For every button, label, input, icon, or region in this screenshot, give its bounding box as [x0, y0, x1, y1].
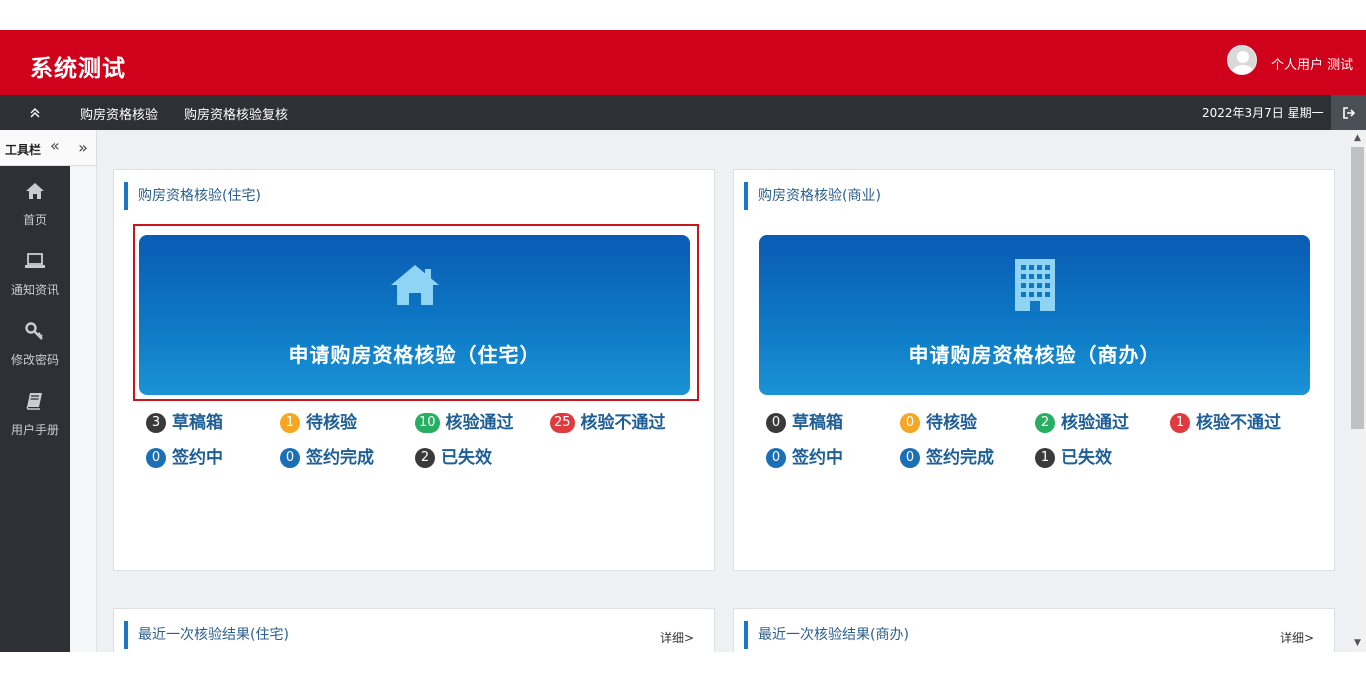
logout-button[interactable]	[1331, 95, 1366, 130]
apply-residential-button[interactable]: 申请购房资格核验（住宅）	[139, 235, 690, 395]
scroll-up-icon[interactable]: ▲	[1349, 130, 1366, 147]
scroll-down-icon[interactable]: ▼	[1349, 635, 1366, 652]
sidebar-item-label: 首页	[22, 213, 47, 227]
toolbar-header: 工具栏 «	[0, 130, 70, 166]
user-name[interactable]: 个人用户 测试	[1271, 54, 1353, 73]
top-nav: 购房资格核验 购房资格核验复核 2022年3月7日 星期一	[0, 95, 1366, 130]
stat-passed[interactable]: 2 核验通过	[1035, 408, 1129, 433]
building-icon	[1014, 259, 1055, 311]
stat-failed[interactable]: 25 核验不通过	[550, 408, 666, 433]
card-title: 购房资格核验(商业)	[744, 182, 881, 210]
house-icon	[390, 265, 439, 305]
sidebar-item-notices[interactable]: 通知资讯	[0, 240, 70, 308]
detail-link[interactable]: 详细>	[1280, 629, 1314, 646]
card-title: 最近一次核验结果(住宅)	[124, 621, 289, 649]
avatar[interactable]	[1227, 45, 1257, 75]
current-date: 2022年3月7日 星期一	[1202, 106, 1324, 120]
sidebar-item-password[interactable]: 修改密码	[0, 310, 70, 378]
app-title: 系统测试	[30, 56, 126, 82]
scrollbar-thumb[interactable]	[1351, 147, 1364, 429]
apply-commercial-label: 申请购房资格核验（商办）	[908, 343, 1161, 367]
logout-icon	[1342, 107, 1355, 119]
stat-signing[interactable]: 0 签约中	[146, 443, 223, 468]
book-icon	[26, 393, 42, 410]
app-frame: 系统测试 个人用户 测试 购房资格核验 购房资格核验复核 2022年3月7日 星…	[0, 30, 1366, 652]
home-icon	[26, 183, 44, 199]
stat-expired[interactable]: 1 已失效	[1035, 443, 1112, 468]
apply-commercial-button[interactable]: 申请购房资格核验（商办）	[759, 235, 1310, 395]
nav-link-verification[interactable]: 购房资格核验	[80, 104, 158, 123]
sidebar-item-label: 通知资讯	[10, 283, 59, 297]
recent-residential-card: 最近一次核验结果(住宅) 详细>	[113, 608, 715, 652]
detail-link[interactable]: 详细>	[660, 629, 694, 646]
collapse-sidebar-icon[interactable]: «	[50, 136, 60, 155]
collapse-header-button[interactable]	[22, 103, 48, 123]
key-icon	[25, 322, 43, 340]
stat-expired[interactable]: 2 已失效	[415, 443, 492, 468]
sidebar: 工具栏 « 首页 通知资讯 修改密码 用户手册	[0, 130, 70, 652]
card-title: 最近一次核验结果(商办)	[744, 621, 909, 649]
stat-draft[interactable]: 3 草稿箱	[146, 408, 223, 433]
sidebar-item-label: 用户手册	[10, 423, 59, 437]
commercial-card: 购房资格核验(商业) 申请购房资格核验（商办） 0 草稿箱 0 待核验 2 核验通过 …	[733, 169, 1335, 571]
apply-residential-label: 申请购房资格核验（住宅）	[288, 343, 541, 367]
stat-pending[interactable]: 1 待核验	[280, 408, 357, 433]
stat-draft[interactable]: 0 草稿箱	[766, 408, 843, 433]
laptop-icon	[25, 253, 45, 268]
stat-failed[interactable]: 1 核验不通过	[1170, 408, 1281, 433]
sidebar-item-home[interactable]: 首页	[0, 170, 70, 238]
sidebar-item-manual[interactable]: 用户手册	[0, 380, 70, 448]
stat-signed[interactable]: 0 签约完成	[280, 443, 374, 468]
card-title: 购房资格核验(住宅)	[124, 182, 261, 210]
sidebar-item-label: 修改密码	[10, 353, 59, 367]
app-header: 系统测试 个人用户 测试	[0, 30, 1366, 95]
nav-link-review[interactable]: 购房资格核验复核	[184, 104, 288, 123]
stat-signing[interactable]: 0 签约中	[766, 443, 843, 468]
double-chevron-up-icon	[30, 108, 40, 118]
stat-passed[interactable]: 10 核验通过	[415, 408, 514, 433]
toolbar-label: 工具栏	[5, 143, 42, 157]
residential-card: 购房资格核验(住宅) 申请购房资格核验（住宅） 3 草稿箱 1 待核验 10 核验通过…	[113, 169, 715, 571]
stat-pending[interactable]: 0 待核验	[900, 408, 977, 433]
stat-signed[interactable]: 0 签约完成	[900, 443, 994, 468]
side-strip	[70, 166, 97, 652]
recent-commercial-card: 最近一次核验结果(商办) 详细>	[733, 608, 1335, 652]
expand-panel-button[interactable]: »	[70, 130, 97, 166]
